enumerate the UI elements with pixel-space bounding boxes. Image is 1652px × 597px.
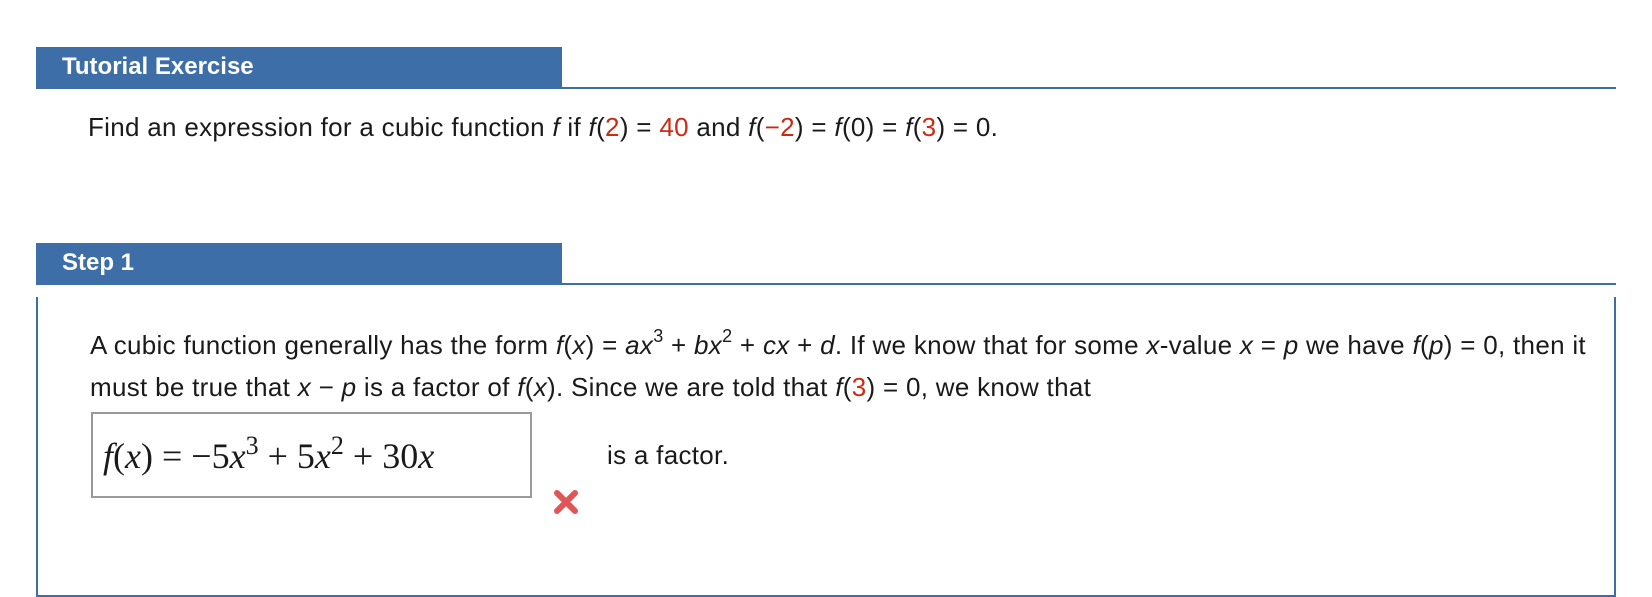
step1-title: Step 1 [36, 243, 562, 283]
problem-statement: Find an expression for a cubic function … [88, 112, 999, 142]
answer-suffix: is a factor. [607, 440, 730, 470]
answer-input[interactable]: f(x) = −5x3 + 5x2 + 30x [91, 412, 532, 498]
tutorial-header: Tutorial Exercise [36, 47, 1616, 89]
tutorial-title: Tutorial Exercise [36, 47, 562, 87]
step1-header: Step 1 [36, 243, 1616, 285]
step1-explanation: A cubic function generally has the form … [90, 326, 1586, 402]
x-mark-icon [554, 490, 578, 514]
